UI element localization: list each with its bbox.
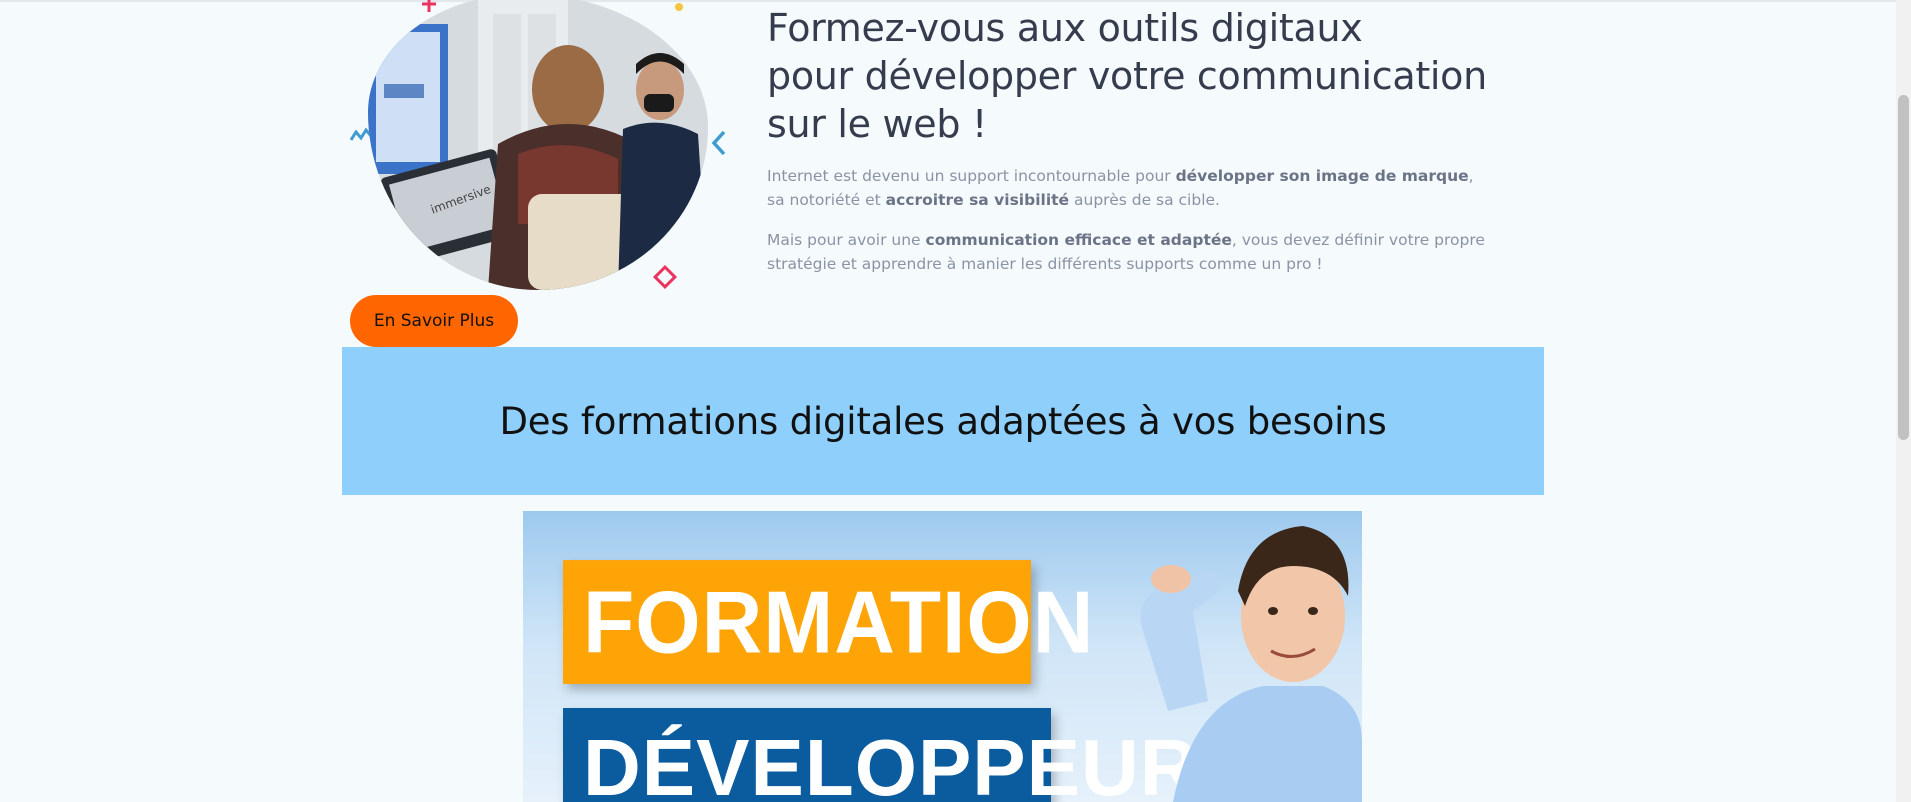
p2-text-3: stratégie et apprendre à manier les diff… xyxy=(767,255,1323,273)
top-border xyxy=(0,0,1896,2)
p1-text-1: Internet est devenu un support incontour… xyxy=(767,167,1176,185)
hero-title-line-2: pour développer votre communication xyxy=(767,54,1487,98)
diamond-icon xyxy=(652,264,678,290)
banner-label-developpeur: DÉVELOPPEUR xyxy=(563,708,1198,802)
chevron-left-icon xyxy=(711,130,726,156)
hero-title: Formez-vous aux outils digitaux pour déve… xyxy=(767,4,1527,148)
plus-icon xyxy=(422,0,436,12)
vertical-scrollbar[interactable] xyxy=(1896,0,1911,802)
scrollbar-thumb[interactable] xyxy=(1898,95,1909,440)
p2-text-2: , vous devez définir votre propre xyxy=(1231,231,1485,249)
p2-bold-1: communication efficace et adaptée xyxy=(925,231,1232,249)
dot-icon xyxy=(675,3,683,11)
hero-photo: immersive xyxy=(368,0,708,290)
banner-label-formation: FORMATION xyxy=(563,560,1093,684)
section-band: Des formations digitales adaptées à vos … xyxy=(342,347,1544,495)
p1-text-4: auprès de sa cible. xyxy=(1069,191,1220,209)
p1-text-3: sa notoriété et xyxy=(767,191,886,209)
hero-title-line-1: Formez-vous aux outils digitaux xyxy=(767,6,1363,50)
en-savoir-plus-button[interactable]: En Savoir Plus xyxy=(350,295,518,347)
formation-banner[interactable]: FORMATION DÉVELOPPEUR xyxy=(523,511,1362,802)
p2-text-1: Mais pour avoir une xyxy=(767,231,926,249)
section-title: Des formations digitales adaptées à vos … xyxy=(499,399,1387,443)
hero-title-line-3: sur le web ! xyxy=(767,102,987,146)
p1-bold-2: accroitre sa visibilité xyxy=(885,191,1070,209)
hero-paragraph-1: Internet est devenu un support incontour… xyxy=(767,164,1487,212)
p1-bold-1: développer son image de marque xyxy=(1175,167,1469,185)
hero-paragraph-2: Mais pour avoir une communication effica… xyxy=(767,228,1487,276)
p1-text-2: , xyxy=(1468,167,1474,185)
banner-person xyxy=(1140,526,1362,802)
